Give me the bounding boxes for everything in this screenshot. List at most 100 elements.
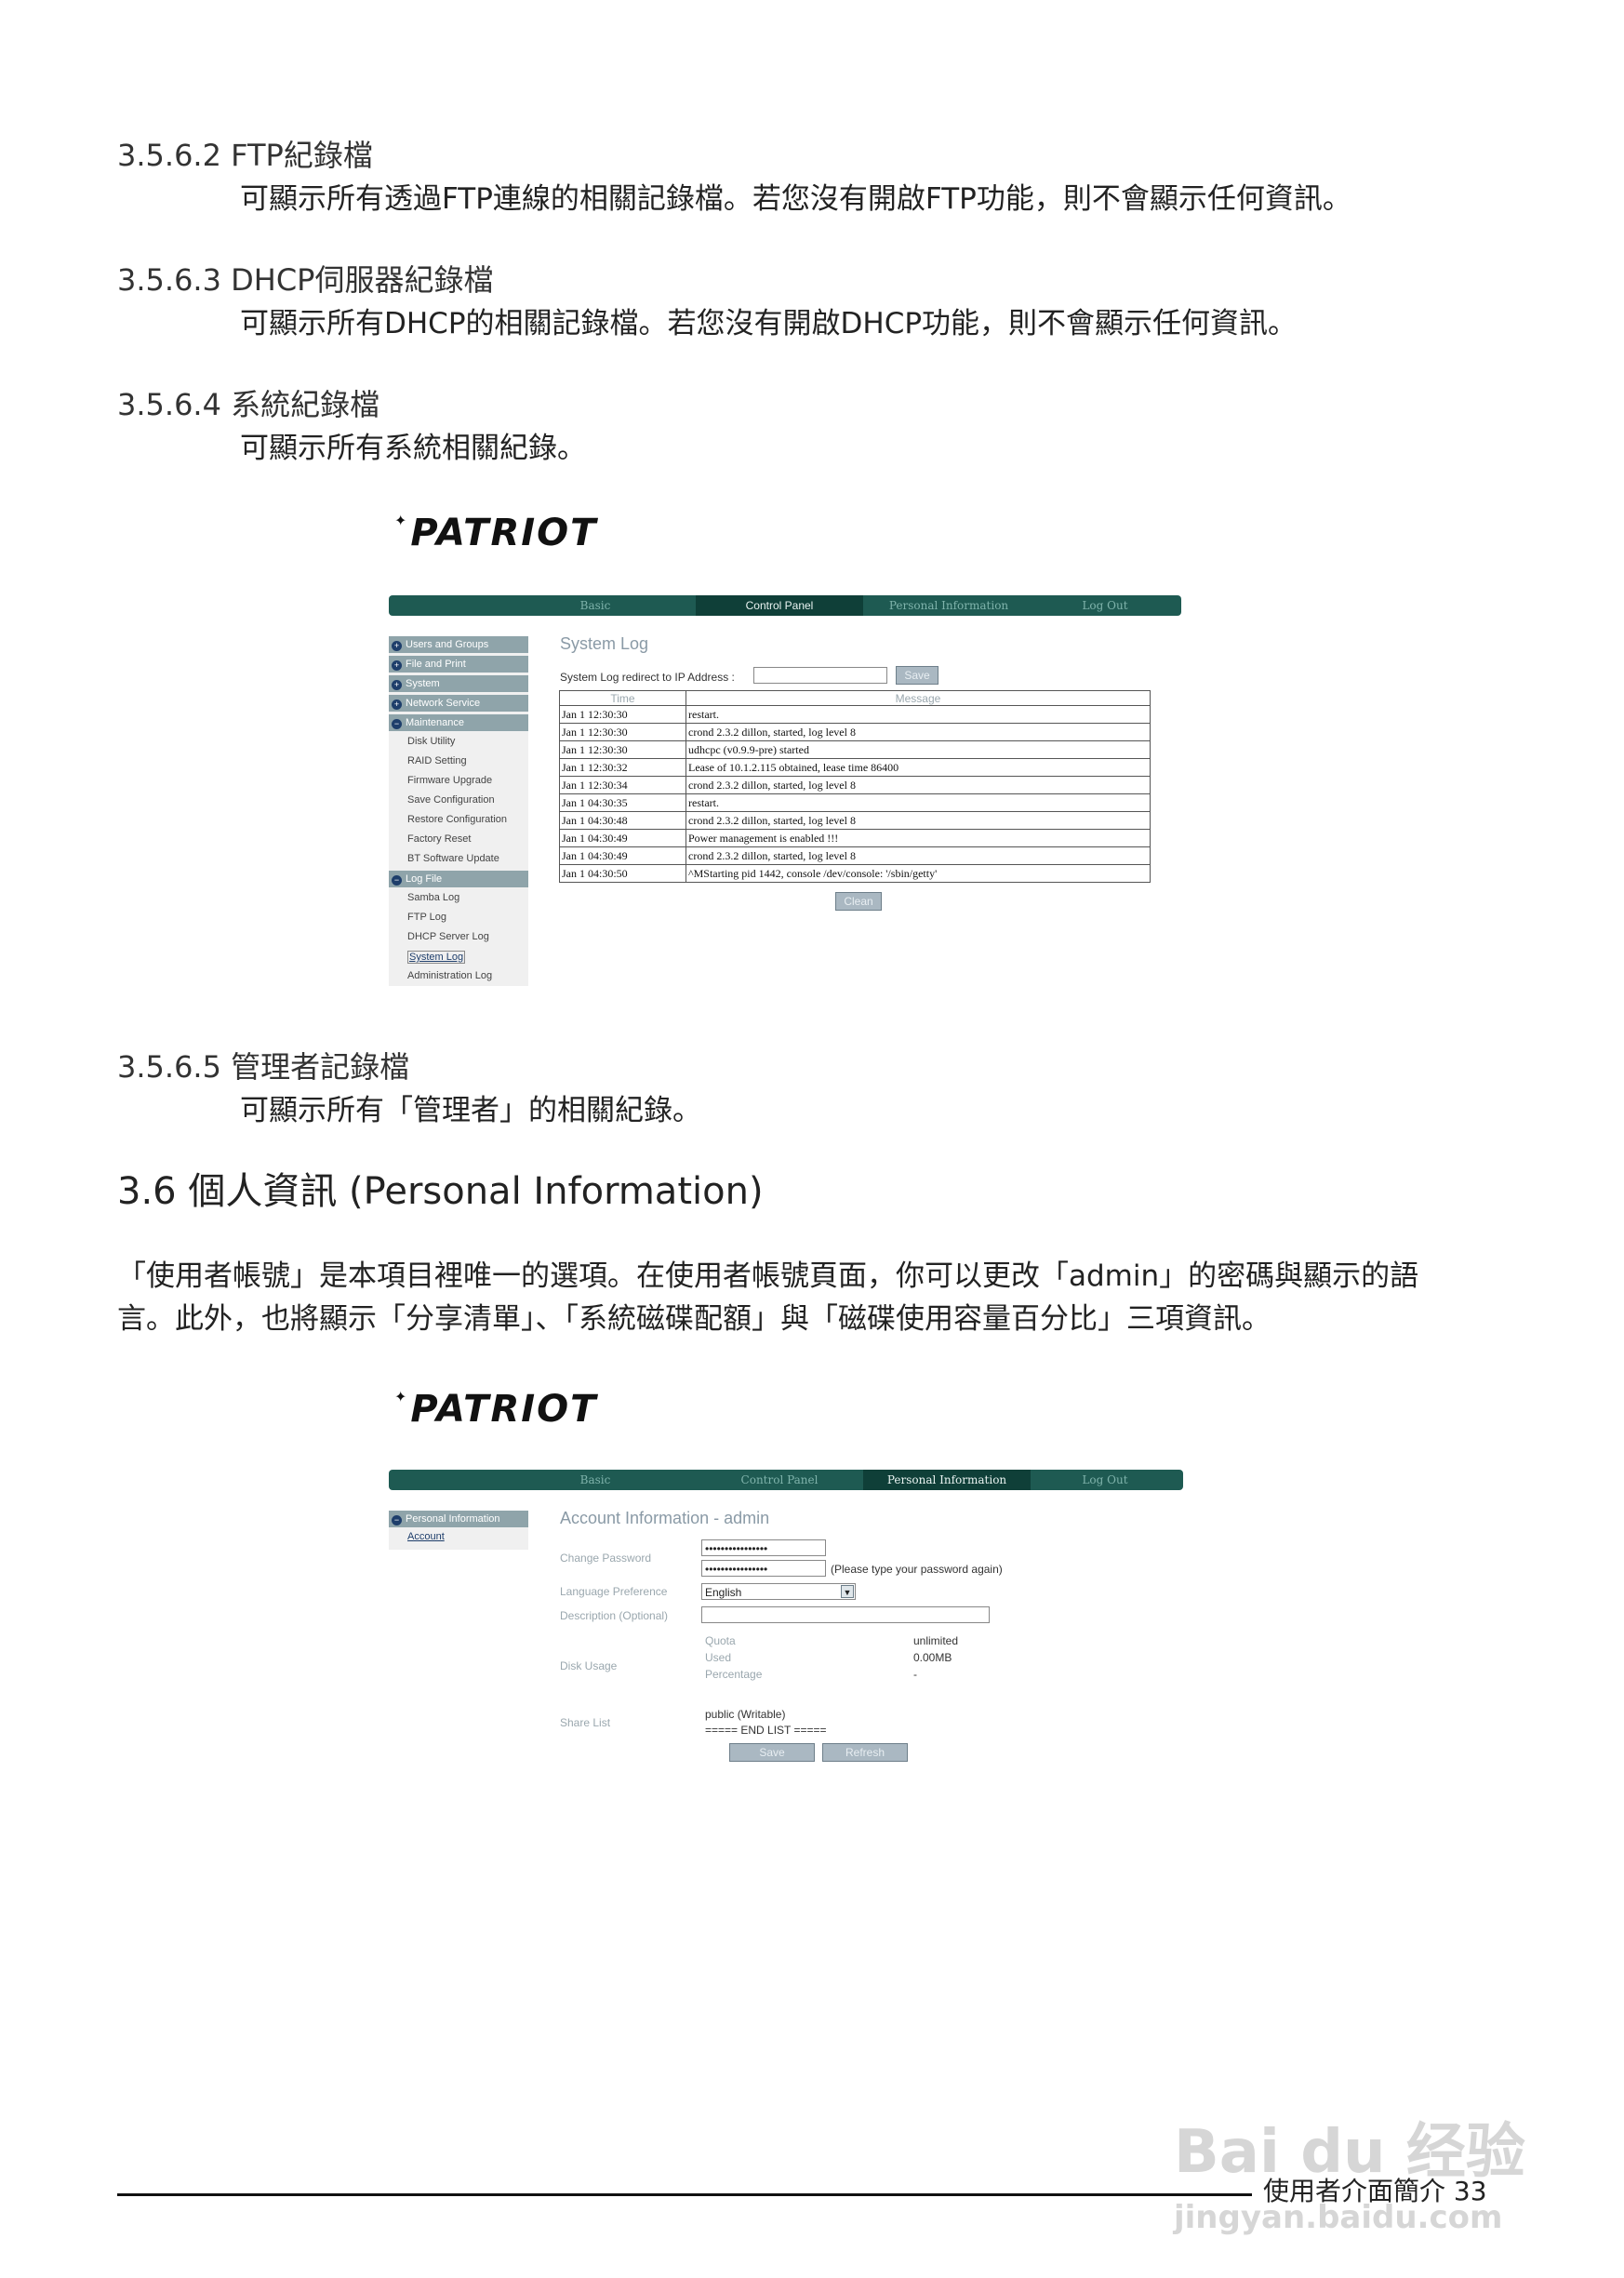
table-row: Jan 1 12:30:32 Lease of 10.1.2.115 obtain…	[559, 758, 1151, 777]
description-input[interactable]	[701, 1606, 990, 1623]
log-time: Jan 1 04:30:49	[559, 829, 686, 847]
table-header-row: Time Message	[559, 690, 1151, 706]
log-time: Jan 1 12:30:34	[559, 776, 686, 794]
log-message: crond 2.3.2 dillon, started, log level 8	[686, 776, 1151, 794]
log-message: ^MStarting pid 1442, console /dev/consol…	[686, 864, 1151, 883]
top-nav: Basic Control Panel Personal Information…	[389, 1470, 1183, 1490]
footer-rule	[117, 2193, 1252, 2196]
refresh-button[interactable]: Refresh	[822, 1743, 908, 1762]
sidebar-item-system-log[interactable]: System Log	[407, 951, 466, 964]
panel-title-account-information: Account Information - admin	[560, 1509, 770, 1527]
section-body-system-log: 可顯示所有系統相關紀錄。	[240, 432, 586, 465]
log-time: Jan 1 12:30:30	[559, 723, 686, 741]
section-body-line-2: 言。此外，也將顯示「分享清單」、「系統磁碟配額」與「磁碟使用容量百分比」三項資訊…	[117, 1302, 1271, 1336]
log-message: restart.	[686, 793, 1151, 812]
save-redirect-button[interactable]: Save	[896, 666, 938, 685]
expand-icon: +	[392, 699, 402, 710]
watermark-url: jingyan.baidu.com	[1174, 2199, 1503, 2236]
retype-password-hint: (Please type your password again)	[831, 1563, 1003, 1576]
sidebar-item-factory-reset[interactable]: Factory Reset	[407, 833, 471, 845]
sidebar-item-raid-setting[interactable]: RAID Setting	[407, 755, 467, 766]
expand-icon: +	[392, 641, 402, 651]
tab-basic[interactable]: Basic	[549, 1470, 642, 1490]
collapse-icon: −	[392, 875, 402, 886]
table-row: Jan 1 04:30:35 restart.	[559, 793, 1151, 812]
sidebar-item-personal-information[interactable]: − Personal Information	[389, 1511, 528, 1527]
sidebar-item-bt-software-update[interactable]: BT Software Update	[407, 853, 499, 864]
logo-spark-icon: ✦	[394, 512, 409, 529]
log-message: Power management is enabled !!!	[686, 829, 1151, 847]
sidebar-item-save-configuration[interactable]: Save Configuration	[407, 794, 495, 806]
tab-control-panel[interactable]: Control Panel	[696, 595, 863, 616]
used-value: 0.00MB	[913, 1651, 952, 1664]
sidebar-item-samba-log[interactable]: Samba Log	[407, 892, 459, 903]
save-button[interactable]: Save	[729, 1743, 815, 1762]
sidebar-item-log-file[interactable]: − Log File	[389, 871, 528, 887]
share-list-label: Share List	[560, 1716, 611, 1729]
tab-personal-information[interactable]: Personal Information	[863, 1470, 1031, 1490]
sidebar-item-ftp-log[interactable]: FTP Log	[407, 912, 446, 923]
quota-label: Quota	[705, 1634, 736, 1647]
tab-basic[interactable]: Basic	[549, 595, 642, 616]
section-body-ftp-log: 可顯示所有透過FTP連線的相關記錄檔。若您沒有開啟FTP功能，則不會顯示任何資訊…	[240, 182, 1351, 216]
section-body-admin-log: 可顯示所有「管理者」的相關紀錄。	[240, 1094, 701, 1127]
sidebar-item-account[interactable]: Account	[407, 1531, 445, 1542]
table-row: Jan 1 12:30:30 restart.	[559, 705, 1151, 724]
disk-usage-label: Disk Usage	[560, 1659, 618, 1672]
sidebar-item-maintenance[interactable]: − Maintenance	[389, 714, 528, 731]
change-password-label: Change Password	[560, 1552, 652, 1565]
system-log-table: Time Message Jan 1 12:30:30 restart. Jan …	[559, 690, 1151, 883]
sidebar-item-administration-log[interactable]: Administration Log	[407, 970, 492, 981]
collapse-icon: −	[392, 1515, 402, 1525]
log-time: Jan 1 04:30:48	[559, 811, 686, 830]
section-heading-system-log: 3.5.6.4 系統紀錄檔	[117, 387, 380, 422]
used-label: Used	[705, 1651, 732, 1664]
log-message: crond 2.3.2 dillon, started, log level 8	[686, 846, 1151, 865]
tab-personal-information[interactable]: Personal Information	[865, 595, 1032, 616]
quota-value: unlimited	[913, 1634, 959, 1647]
sidebar-item-users-groups[interactable]: + Users and Groups	[389, 636, 528, 653]
tab-log-out[interactable]: Log Out	[1040, 1470, 1170, 1490]
log-time: Jan 1 04:30:49	[559, 846, 686, 865]
percentage-label: Percentage	[705, 1668, 763, 1681]
confirm-password-input[interactable]: ••••••••••••••••	[701, 1560, 826, 1577]
log-message: Lease of 10.1.2.115 obtained, lease time…	[686, 758, 1151, 777]
collapse-icon: −	[392, 719, 402, 729]
percentage-value: -	[913, 1668, 917, 1681]
sidebar-item-disk-utility[interactable]: Disk Utility	[407, 736, 455, 747]
log-message: crond 2.3.2 dillon, started, log level 8	[686, 811, 1151, 830]
section-body-line-1: 「使用者帳號」是本項目裡唯一的選項。在使用者帳號頁面，你可以更改「admin」的…	[117, 1259, 1419, 1293]
tab-log-out[interactable]: Log Out	[1040, 595, 1170, 616]
log-time: Jan 1 12:30:30	[559, 740, 686, 759]
table-row: Jan 1 04:30:49 Power management is enable…	[559, 829, 1151, 847]
sidebar-item-file-print[interactable]: + File and Print	[389, 656, 528, 673]
clean-button[interactable]: Clean	[835, 892, 882, 911]
description-label: Description (Optional)	[560, 1609, 669, 1622]
sidebar-control-panel: + Users and Groups + File and Print + Syste…	[389, 636, 528, 986]
sidebar-item-restore-configuration[interactable]: Restore Configuration	[407, 814, 507, 825]
sidebar-item-network-service[interactable]: + Network Service	[389, 695, 528, 712]
language-select[interactable]: English ▼	[701, 1583, 856, 1600]
sidebar-item-system[interactable]: + System	[389, 675, 528, 692]
share-list-end: ===== END LIST =====	[705, 1724, 827, 1737]
log-time: Jan 1 12:30:30	[559, 705, 686, 724]
sidebar-item-dhcp-server-log[interactable]: DHCP Server Log	[407, 931, 489, 942]
tab-control-panel[interactable]: Control Panel	[696, 1470, 863, 1490]
sidebar-item-firmware-upgrade[interactable]: Firmware Upgrade	[407, 775, 492, 786]
table-row: Jan 1 12:30:30 udhcpc (v0.9.9-pre) starte…	[559, 740, 1151, 759]
chevron-down-icon[interactable]: ▼	[841, 1585, 854, 1598]
panel-title-system-log: System Log	[560, 634, 649, 653]
watermark-brand: Bai du 经验	[1174, 2118, 1525, 2187]
language-preference-label: Language Preference	[560, 1585, 668, 1598]
redirect-ip-input[interactable]	[753, 667, 887, 684]
section-heading-dhcp-log: 3.5.6.3 DHCP伺服器紀錄檔	[117, 262, 494, 298]
share-list-item: public (Writable)	[705, 1708, 786, 1721]
logo-text: PATRIOT	[410, 1388, 598, 1431]
log-time: Jan 1 12:30:32	[559, 758, 686, 777]
patriot-logo: ✦PATRIOT	[394, 1388, 597, 1431]
password-input[interactable]: ••••••••••••••••	[701, 1539, 826, 1556]
log-time: Jan 1 04:30:50	[559, 864, 686, 883]
log-time: Jan 1 04:30:35	[559, 793, 686, 812]
section-body-dhcp-log: 可顯示所有DHCP的相關記錄檔。若您沒有開啟DHCP功能，則不會顯示任何資訊。	[240, 307, 1298, 340]
table-row: Jan 1 04:30:49 crond 2.3.2 dillon, starte…	[559, 846, 1151, 865]
